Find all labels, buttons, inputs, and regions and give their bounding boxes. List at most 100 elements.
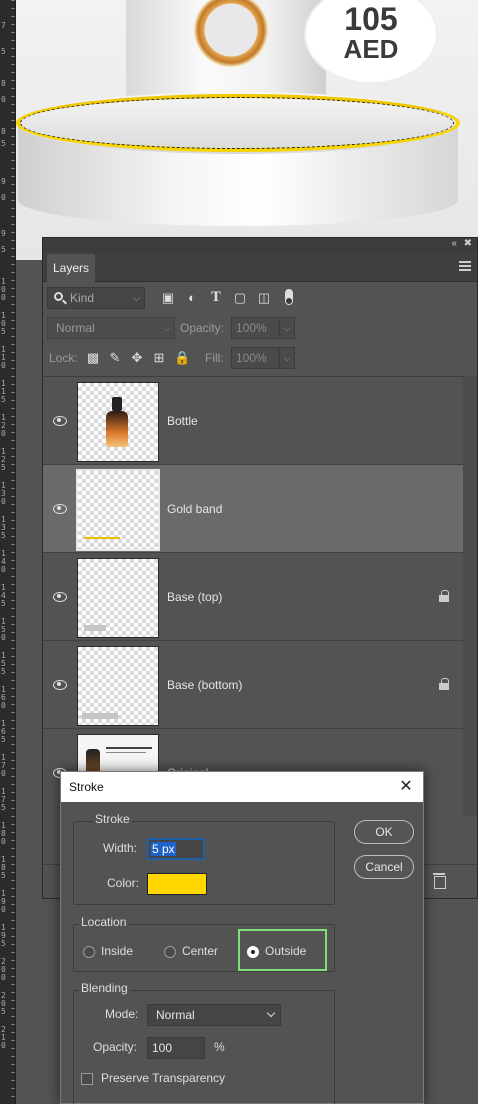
ruler-number: 1 4 5: [1, 583, 6, 608]
ruler-number: 2 0 5: [1, 991, 6, 1016]
chevron-down-icon: [266, 1008, 276, 1018]
ok-button[interactable]: OK: [354, 820, 414, 844]
location-center-radio[interactable]: [164, 946, 176, 958]
blend-mode-dropdown[interactable]: Normal: [147, 1004, 281, 1026]
color-label: Color:: [107, 876, 140, 890]
layer-opacity-input[interactable]: 100%: [231, 317, 281, 339]
blend-mode-value: Normal: [56, 321, 95, 335]
opacity-unit: %: [214, 1040, 225, 1054]
fill-input[interactable]: 100%: [231, 347, 281, 369]
panel-menu-icon[interactable]: [459, 261, 471, 271]
stroke-color-swatch[interactable]: [147, 873, 207, 895]
chevron-down-icon: ⌵: [133, 293, 140, 303]
ruler-number: 1 0 5: [1, 311, 6, 336]
layer-name[interactable]: Base (top): [167, 590, 222, 604]
vertical-ruler[interactable]: 7 5 8 0 8 5 9 0 9 5 1 0 0 1 0 5 1 1 0 1 …: [0, 0, 16, 1104]
image-filter-icon[interactable]: ▣: [161, 291, 175, 305]
ruler-number: 1 3 5: [1, 515, 6, 540]
panel-title-strip[interactable]: « ✖: [43, 238, 477, 252]
blend-mode-select[interactable]: Normal ⌵: [47, 317, 175, 339]
layer-row-bottle[interactable]: Bottle: [43, 377, 463, 465]
ruler-number: 1 2 0: [1, 413, 6, 438]
visibility-eye-icon[interactable]: [53, 415, 67, 426]
lock-row: Lock: ▩ ✎ ✥ ⊞ 🔒 Fill: 100% ⌵: [43, 344, 477, 372]
visibility-eye-icon[interactable]: [53, 679, 67, 690]
ruler-number: 1 7 5: [1, 787, 6, 812]
shape-filter-icon[interactable]: ▢: [233, 291, 247, 305]
close-panel-icon[interactable]: ✖: [464, 238, 472, 249]
kind-filter-label: Kind: [70, 291, 95, 305]
dialog-title-bar[interactable]: Stroke ✕: [61, 772, 423, 802]
layer-thumbnail[interactable]: [76, 469, 160, 551]
ruler-number: 5: [1, 47, 6, 56]
chevron-down-icon: ⌵: [163, 323, 170, 333]
location-group-title: Location: [79, 915, 129, 929]
layers-list: Bottle Gold band Base (top) Base (bottom…: [43, 376, 463, 816]
price-amount: 105: [344, 1, 398, 37]
visibility-eye-icon[interactable]: [53, 503, 67, 514]
filter-toggle-icon[interactable]: [285, 289, 293, 305]
location-inside-radio[interactable]: [83, 946, 95, 958]
layer-thumbnail[interactable]: [77, 646, 159, 726]
layers-scrollbar[interactable]: [463, 376, 477, 816]
fill-dropdown-icon[interactable]: ⌵: [279, 347, 295, 369]
location-inside-label[interactable]: Inside: [101, 944, 133, 958]
ruler-number: 8: [1, 127, 6, 136]
preserve-transparency-label[interactable]: Preserve Transparency: [101, 1071, 225, 1085]
stroke-dialog: Stroke ✕ Stroke Width: 5 px Color: Locat…: [60, 771, 424, 1104]
fill-label: Fill:: [205, 351, 224, 365]
tab-layers[interactable]: Layers: [47, 254, 96, 282]
preserve-transparency-checkbox[interactable]: [81, 1073, 93, 1085]
ruler-number: 1 6 5: [1, 719, 6, 744]
width-label: Width:: [103, 841, 138, 855]
layer-name[interactable]: Bottle: [167, 414, 198, 428]
document-canvas[interactable]: 105 AED: [16, 0, 478, 260]
layer-name[interactable]: Base (bottom): [167, 678, 242, 692]
kind-filter-select[interactable]: Kind ⌵: [47, 287, 145, 309]
type-filter-icon[interactable]: T: [209, 291, 223, 305]
lock-icon: [439, 678, 449, 690]
lock-transparent-pixels-icon[interactable]: ▩: [86, 351, 100, 365]
lock-all-icon[interactable]: 🔒: [174, 351, 190, 365]
ruler-number: 2 1 0: [1, 1025, 6, 1050]
layer-row-base-bottom[interactable]: Base (bottom): [43, 641, 463, 729]
stroke-width-input[interactable]: 5 px: [147, 838, 205, 860]
adjustment-filter-icon[interactable]: ◐: [185, 291, 199, 305]
lock-image-pixels-icon[interactable]: ✎: [108, 351, 122, 365]
ruler-number: 1 9 0: [1, 889, 6, 914]
location-center-label[interactable]: Center: [182, 944, 218, 958]
ruler-number: 1 2 5: [1, 447, 6, 472]
dialog-title: Stroke: [69, 780, 104, 794]
opacity-dropdown-icon[interactable]: ⌵: [279, 317, 295, 339]
close-icon[interactable]: ✕: [399, 772, 413, 802]
cancel-button[interactable]: Cancel: [354, 855, 414, 879]
layer-filter-row: Kind ⌵ ▣ ◐ T ▢ ◫: [43, 284, 477, 312]
lock-artboard-icon[interactable]: ⊞: [152, 351, 166, 365]
ruler-number: 0: [1, 193, 6, 202]
ruler-number: 1 5 5: [1, 651, 6, 676]
ruler-number: 1 5 0: [1, 617, 6, 642]
ruler-number: 2 0 0: [1, 957, 6, 982]
layer-thumbnail[interactable]: [77, 558, 159, 638]
ruler-number: 1 7 0: [1, 753, 6, 778]
layer-row-gold-band[interactable]: Gold band: [43, 465, 463, 553]
ruler-number: 9: [1, 229, 6, 238]
lock-icon: [439, 590, 449, 602]
lock-position-icon[interactable]: ✥: [130, 351, 144, 365]
stroke-group-title: Stroke: [93, 812, 132, 826]
location-outside-radio[interactable]: [247, 946, 259, 958]
delete-layer-icon[interactable]: [433, 873, 446, 889]
location-outside-label[interactable]: Outside: [265, 944, 306, 958]
ruler-number: 0: [1, 95, 6, 104]
elliptical-selection-marquee[interactable]: [20, 97, 454, 149]
ruler-number: 1 6 0: [1, 685, 6, 710]
visibility-eye-icon[interactable]: [53, 591, 67, 602]
layer-name[interactable]: Gold band: [167, 502, 222, 516]
layer-thumbnail[interactable]: [77, 382, 159, 462]
smart-object-filter-icon[interactable]: ◫: [257, 291, 271, 305]
ruler-number: 1 3 0: [1, 481, 6, 506]
collapse-panel-icon[interactable]: «: [451, 238, 457, 249]
stroke-opacity-input[interactable]: 100: [147, 1037, 205, 1059]
layer-row-base-top[interactable]: Base (top): [43, 553, 463, 641]
ruler-number: 5: [1, 139, 6, 148]
